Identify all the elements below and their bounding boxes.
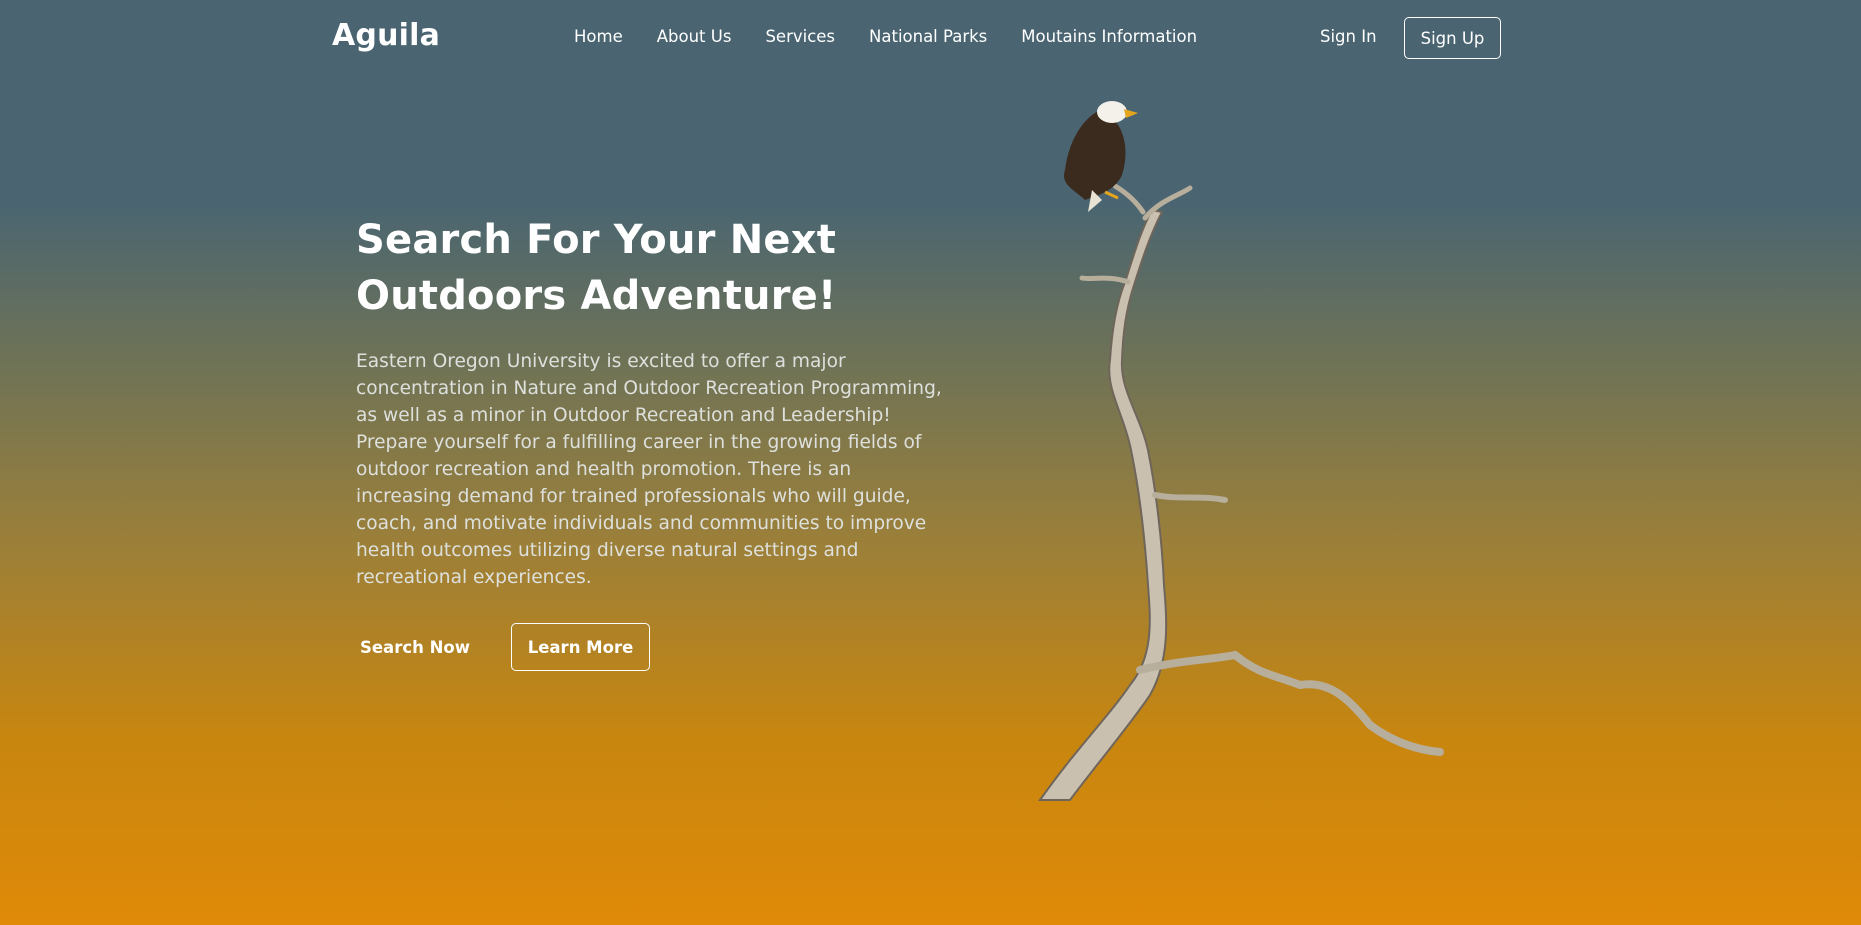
dead-tree-branch — [1038, 183, 1444, 801]
main-nav: Home About Us Services National Parks Mo… — [574, 27, 1197, 46]
middle-branch — [1152, 492, 1228, 503]
lower-branch — [1136, 650, 1444, 756]
eagle-head — [1097, 101, 1127, 123]
sign-in-link[interactable]: Sign In — [1320, 27, 1377, 46]
nav-link-national-parks[interactable]: National Parks — [869, 27, 987, 46]
top-branch-left — [1112, 183, 1146, 215]
learn-more-button[interactable]: Learn More — [511, 623, 650, 671]
sign-up-button[interactable]: Sign Up — [1404, 17, 1501, 59]
search-now-button[interactable]: Search Now — [346, 623, 484, 671]
hero-title-line-2: Outdoors Adventure! — [356, 273, 837, 319]
eagle-on-branch-image — [1038, 101, 1444, 801]
trunk — [1038, 208, 1168, 801]
hero-buttons: Search Now Learn More — [356, 623, 650, 671]
brand-logo[interactable]: Aguila — [332, 18, 440, 53]
hero-title: Search For Your Next Outdoors Adventure! — [356, 212, 946, 324]
top-navbar: Aguila Home About Us Services National P… — [0, 0, 1861, 80]
hero-section: Search For Your Next Outdoors Adventure!… — [356, 212, 946, 591]
nav-link-home[interactable]: Home — [574, 27, 623, 46]
top-branch-right — [1142, 185, 1193, 221]
nav-link-about-us[interactable]: About Us — [657, 27, 732, 46]
nav-link-services[interactable]: Services — [765, 27, 835, 46]
nav-link-mountains-information[interactable]: Moutains Information — [1021, 27, 1197, 46]
eagle-talons — [1104, 190, 1119, 200]
hero-description: Eastern Oregon University is excited to … — [356, 351, 942, 588]
eagle-beak — [1124, 109, 1138, 118]
side-branch-left — [1079, 275, 1131, 285]
hero-title-line-1: Search For Your Next — [356, 217, 837, 263]
